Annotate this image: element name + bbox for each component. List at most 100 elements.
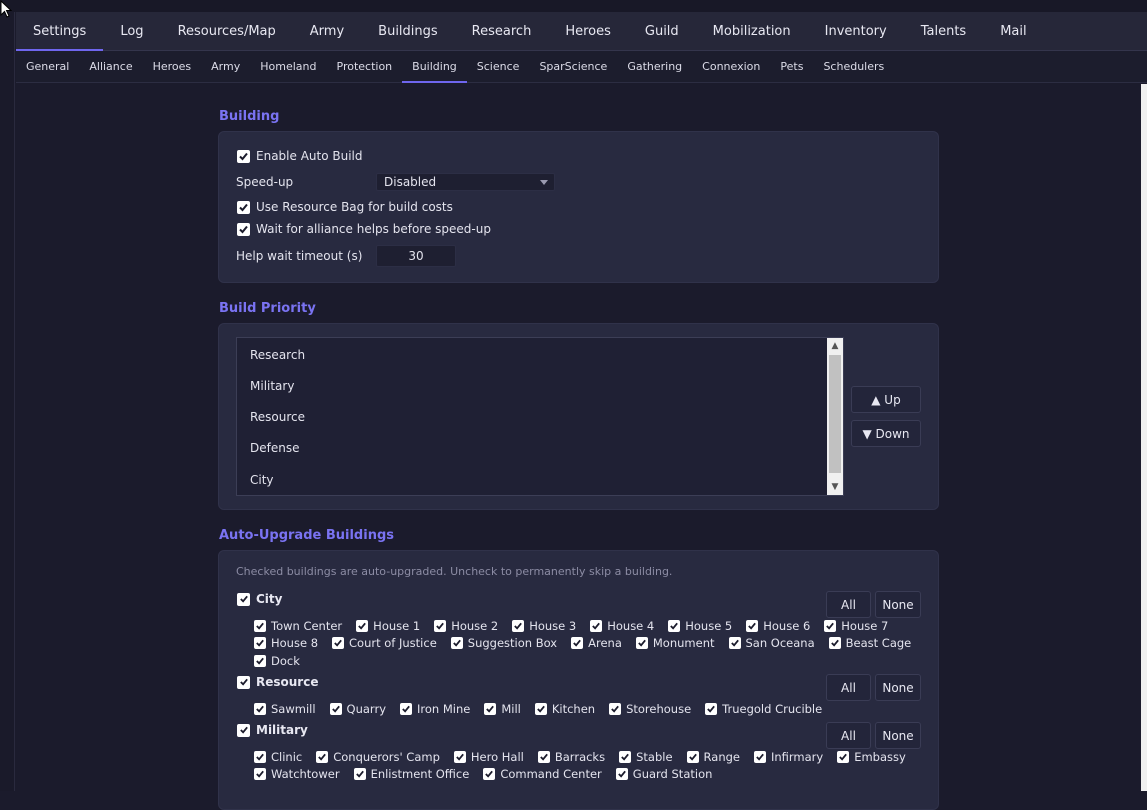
auto-upgrade-section-title: Auto-Upgrade Buildings	[219, 528, 394, 543]
building-checkbox-house-8[interactable]: House 8	[254, 636, 318, 650]
page-scrollbar[interactable]	[1141, 84, 1147, 791]
building-checkbox-conquerors-camp[interactable]: Conquerors' Camp	[316, 750, 440, 764]
building-checkbox-clinic[interactable]: Clinic	[254, 750, 302, 764]
select-all-city-button[interactable]: All	[826, 591, 871, 618]
list-item[interactable]: Defense	[250, 441, 299, 455]
chevron-down-icon[interactable]: ▼	[827, 479, 843, 495]
list-scrollbar[interactable]: ▲ ▼	[827, 338, 843, 495]
select-all-resource-button[interactable]: All	[826, 674, 871, 701]
building-checkbox-monument[interactable]: Monument	[635, 636, 715, 650]
building-checkbox-storehouse[interactable]: Storehouse	[609, 702, 691, 716]
building-checkbox-dock[interactable]: Dock	[254, 654, 300, 668]
building-checkbox-san-oceana[interactable]: San Oceana	[728, 636, 815, 650]
tab-talents[interactable]: Talents	[904, 12, 983, 50]
building-checkbox-stable[interactable]: Stable	[619, 750, 673, 764]
list-item[interactable]: Resource	[250, 410, 305, 424]
select-none-military-button[interactable]: None	[875, 722, 921, 749]
building-checkbox-sawmill[interactable]: Sawmill	[254, 702, 316, 716]
list-item[interactable]: City	[250, 473, 274, 487]
subtab-connexion[interactable]: Connexion	[692, 51, 770, 82]
tab-army[interactable]: Army	[293, 12, 361, 50]
list-item[interactable]: Military	[250, 379, 294, 393]
building-checkbox-command-center[interactable]: Command Center	[483, 767, 602, 781]
move-up-button[interactable]: ▲ Up	[851, 386, 921, 413]
tab-settings[interactable]: Settings	[16, 12, 104, 51]
building-label: Town Center	[271, 619, 343, 633]
building-checkbox-truegold-crucible[interactable]: Truegold Crucible	[705, 702, 822, 716]
building-checkbox-arena[interactable]: Arena	[571, 636, 622, 650]
main-tab-bar: Settings Log Resources/Map Army Buildings Res…	[16, 12, 1147, 51]
list-item[interactable]: Research	[250, 348, 305, 362]
list-scrollbar-thumb[interactable]	[829, 355, 841, 473]
subtab-building[interactable]: Building	[402, 51, 467, 83]
chevron-up-icon[interactable]: ▲	[827, 338, 843, 354]
tab-guild[interactable]: Guild	[628, 12, 696, 50]
building-checkbox-embassy[interactable]: Embassy	[837, 750, 906, 764]
building-checkbox-hero-hall[interactable]: Hero Hall	[453, 750, 524, 764]
subtab-gathering[interactable]: Gathering	[617, 51, 692, 82]
move-down-button[interactable]: ▼ Down	[851, 420, 921, 447]
window-top-strip	[0, 0, 1147, 12]
building-checkbox-house-6[interactable]: House 6	[746, 619, 810, 633]
select-none-resource-button[interactable]: None	[875, 674, 921, 701]
subtab-sparscience[interactable]: SparScience	[529, 51, 617, 82]
building-checkbox-house-1[interactable]: House 1	[356, 619, 420, 633]
group-city-checkbox[interactable]: City	[237, 592, 282, 606]
building-checkbox-range[interactable]: Range	[686, 750, 740, 764]
checkbox-checked-icon	[353, 768, 366, 780]
speedup-value: Disabled	[384, 175, 437, 189]
building-checkbox-suggestion-box[interactable]: Suggestion Box	[450, 636, 557, 650]
checkbox-checked-icon	[728, 637, 741, 649]
checkbox-checked-icon	[237, 723, 250, 737]
tab-inventory[interactable]: Inventory	[808, 12, 904, 50]
building-checkbox-house-7[interactable]: House 7	[824, 619, 888, 633]
tab-mail[interactable]: Mail	[983, 12, 1043, 50]
select-all-military-button[interactable]: All	[826, 722, 871, 749]
checkbox-checked-icon	[668, 620, 681, 632]
tab-buildings[interactable]: Buildings	[361, 12, 455, 50]
help-wait-timeout-input[interactable]: 30	[376, 245, 456, 267]
group-military-checkbox[interactable]: Military	[237, 723, 308, 737]
subtab-alliance[interactable]: Alliance	[79, 51, 142, 82]
enable-auto-build-label: Enable Auto Build	[256, 149, 363, 163]
subtab-protection[interactable]: Protection	[327, 51, 403, 82]
building-checkbox-mill[interactable]: Mill	[484, 702, 521, 716]
building-checkbox-row: Town Center House 1 House 2 House 3 House 4 H…	[254, 619, 902, 633]
tab-log[interactable]: Log	[103, 12, 160, 50]
tab-resources-map[interactable]: Resources/Map	[161, 12, 293, 50]
subtab-general[interactable]: General	[16, 51, 79, 82]
enable-auto-build-checkbox[interactable]: Enable Auto Build	[237, 149, 363, 163]
subtab-schedulers[interactable]: Schedulers	[813, 51, 894, 82]
tab-mobilization[interactable]: Mobilization	[696, 12, 808, 50]
subtab-heroes[interactable]: Heroes	[143, 51, 202, 82]
building-checkbox-house-4[interactable]: House 4	[590, 619, 654, 633]
building-checkbox-house-2[interactable]: House 2	[434, 619, 498, 633]
building-checkbox-beast-cage[interactable]: Beast Cage	[828, 636, 911, 650]
building-checkbox-watchtower[interactable]: Watchtower	[254, 767, 340, 781]
building-checkbox-infirmary[interactable]: Infirmary	[753, 750, 823, 764]
building-checkbox-town-center[interactable]: Town Center	[254, 619, 342, 633]
building-checkbox-house-5[interactable]: House 5	[668, 619, 732, 633]
building-checkbox-barracks[interactable]: Barracks	[537, 750, 605, 764]
tab-research[interactable]: Research	[455, 12, 549, 50]
group-resource-checkbox[interactable]: Resource	[237, 675, 318, 689]
subtab-homeland[interactable]: Homeland	[250, 51, 326, 82]
speedup-select[interactable]: Disabled	[376, 173, 555, 191]
wait-alliance-helps-checkbox[interactable]: Wait for alliance helps before speed-up	[237, 222, 491, 236]
checkbox-checked-icon	[571, 637, 584, 649]
building-checkbox-iron-mine[interactable]: Iron Mine	[400, 702, 470, 716]
building-checkbox-house-3[interactable]: House 3	[512, 619, 576, 633]
building-checkbox-quarry[interactable]: Quarry	[329, 702, 386, 716]
use-resource-bag-checkbox[interactable]: Use Resource Bag for build costs	[237, 200, 453, 214]
subtab-army[interactable]: Army	[201, 51, 250, 82]
checkbox-checked-icon	[450, 637, 463, 649]
building-checkbox-court-of-justice[interactable]: Court of Justice	[332, 636, 437, 650]
building-checkbox-guard-station[interactable]: Guard Station	[615, 767, 712, 781]
subtab-science[interactable]: Science	[467, 51, 530, 82]
tab-heroes[interactable]: Heroes	[548, 12, 628, 50]
building-checkbox-enlistment-office[interactable]: Enlistment Office	[353, 767, 469, 781]
building-checkbox-kitchen[interactable]: Kitchen	[534, 702, 595, 716]
subtab-pets[interactable]: Pets	[770, 51, 813, 82]
build-priority-list[interactable]: Research Military Resource Defense City …	[236, 337, 844, 496]
select-none-city-button[interactable]: None	[875, 591, 921, 618]
